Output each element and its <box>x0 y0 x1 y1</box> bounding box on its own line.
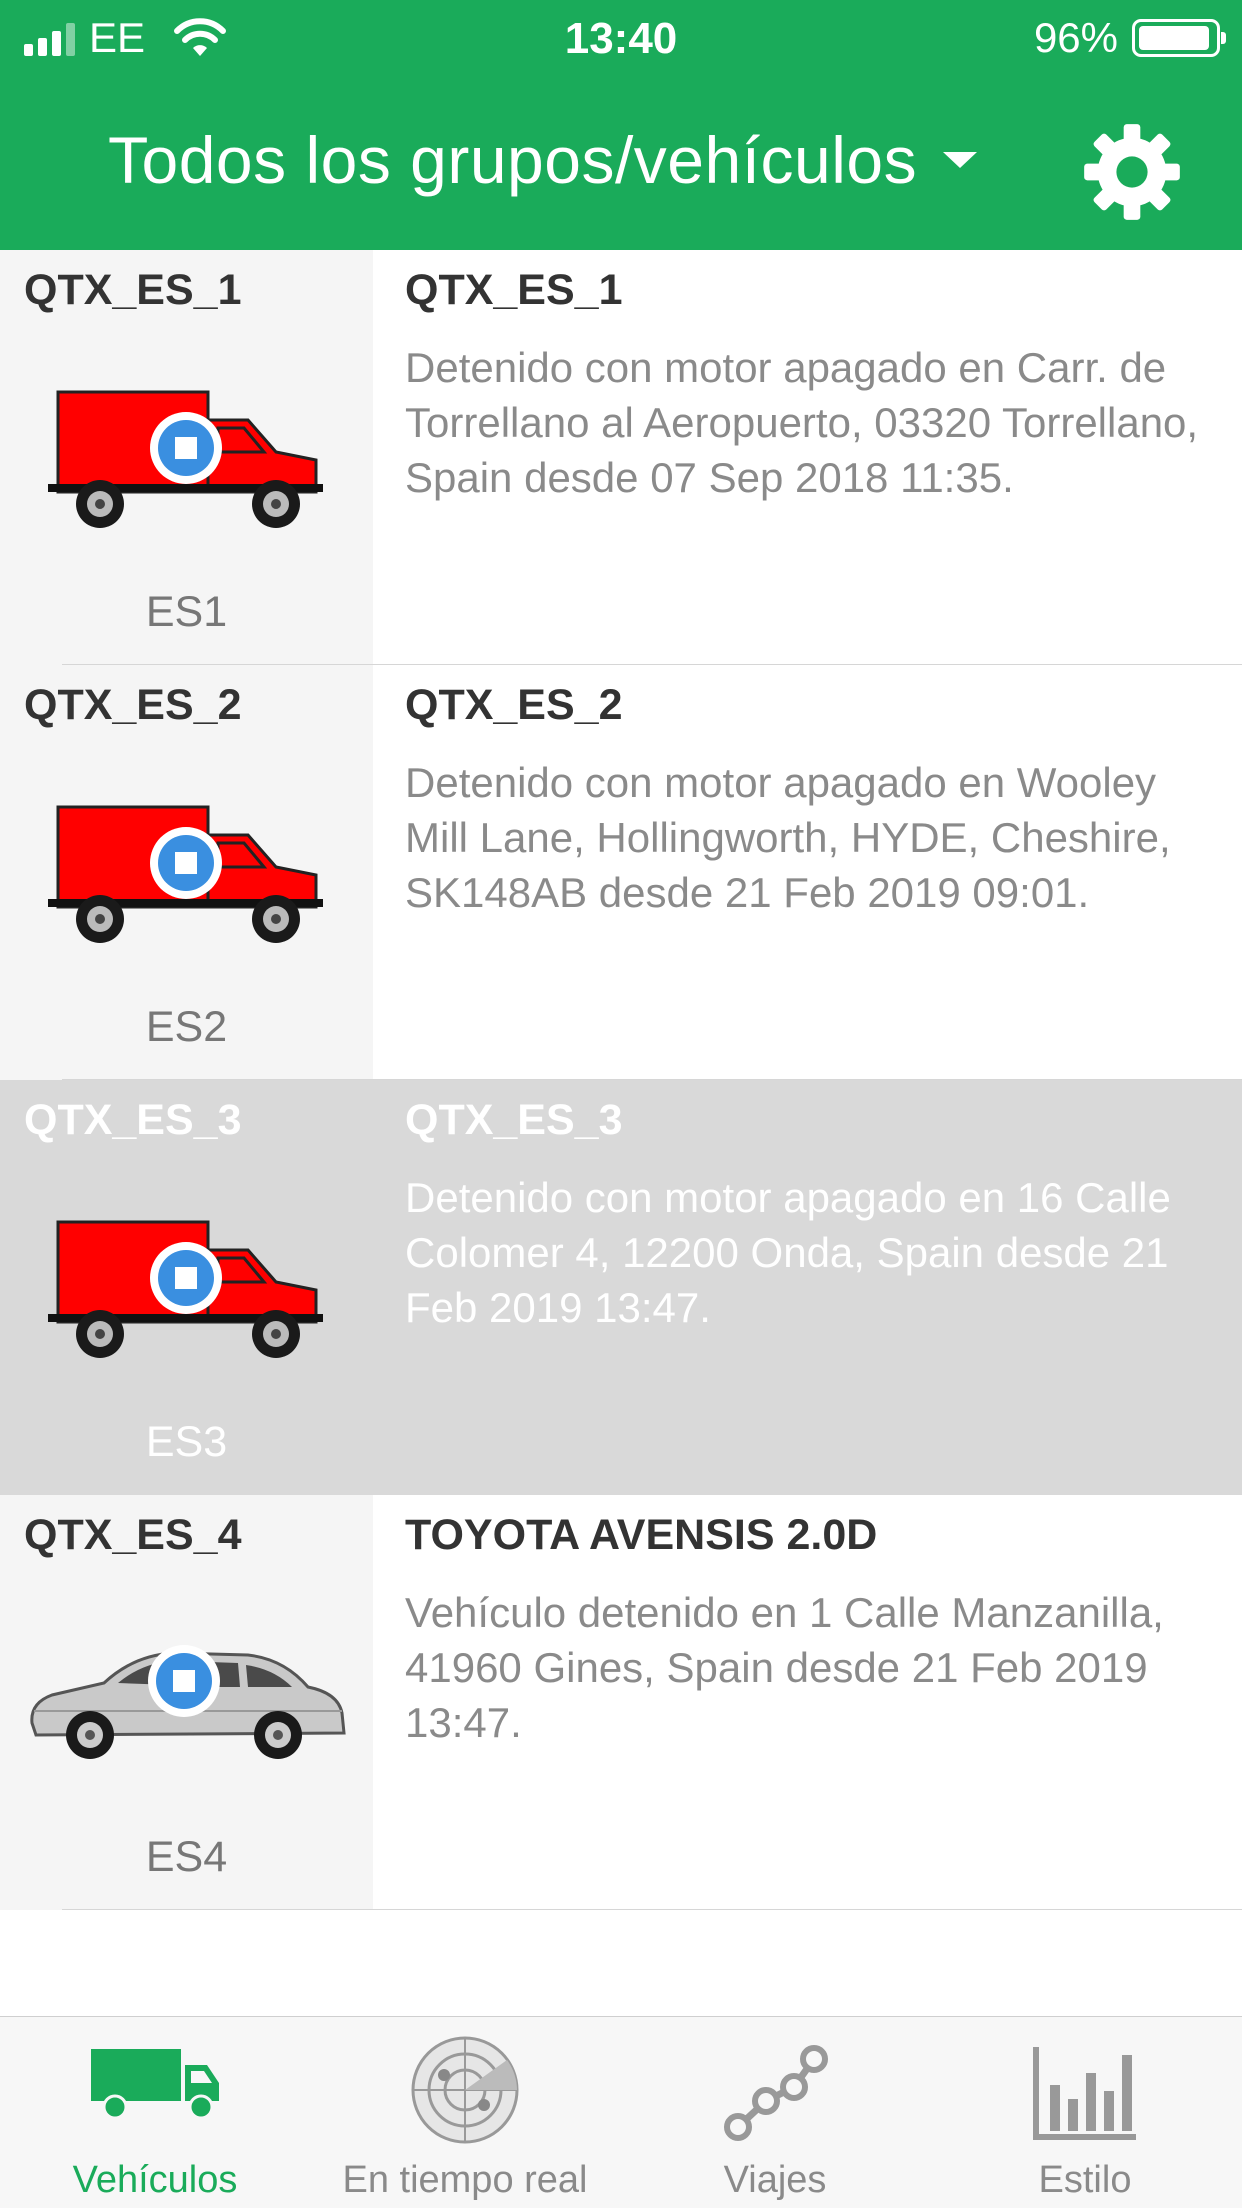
gear-icon[interactable] <box>1080 120 1184 224</box>
truck-icon <box>91 2049 219 2120</box>
vehicle-row[interactable]: QTX_ES_1 ES1 QTX_ES_1 Detenido con motor… <box>0 250 1242 665</box>
row-divider <box>62 1909 1242 1910</box>
status-bar: EE 13:40 96% <box>0 0 1242 84</box>
navigation-bar: Todos los grupos/vehículos <box>0 84 1242 250</box>
vehicle-short-code: ES3 <box>145 1418 228 1466</box>
page-title: Todos los grupos/vehículos <box>108 123 918 197</box>
vehicle-row[interactable]: QTX_ES_2 ES2 QTX_ES_2 Detenido con motor… <box>0 665 1242 1080</box>
tab-estilo[interactable]: Estilo <box>930 2017 1240 2209</box>
battery-icon <box>1132 19 1226 57</box>
red-truck-icon <box>48 805 323 943</box>
tab-label: Vehículos <box>72 2159 238 2201</box>
bar-chart-icon <box>1033 2047 1136 2140</box>
radar-icon <box>411 2036 519 2144</box>
silver-car-icon <box>30 1645 346 1759</box>
tab-en-tiempo-real[interactable]: En tiempo real <box>310 2017 620 2209</box>
vehicle-status-text: Detenido con motor apagado en 16 Calle C… <box>405 1174 1171 1331</box>
vehicle-row[interactable]: QTX_ES_4 ES4 TOYOTA AVENSIS 2.0D Vehícul… <box>0 1495 1242 1910</box>
vehicle-status-text: Detenido con motor apagado en Wooley Mil… <box>405 759 1171 916</box>
vehicle-short-code: ES4 <box>145 1833 228 1881</box>
vehicle-name: QTX_ES_1 <box>405 266 623 314</box>
tab-label: En tiempo real <box>342 2159 588 2201</box>
group-selector[interactable]: Todos los grupos/vehículos <box>108 122 978 198</box>
vehicle-name: TOYOTA AVENSIS 2.0D <box>405 1511 878 1559</box>
tab-bar: Vehículos En tiempo real Viajes Estilo <box>0 2016 1242 2208</box>
vehicle-id: QTX_ES_1 <box>24 266 242 314</box>
vehicle-id: QTX_ES_4 <box>24 1511 242 1559</box>
vehicle-name: QTX_ES_3 <box>405 1096 623 1144</box>
tab-label: Viajes <box>723 2159 827 2201</box>
vehicle-row-selected[interactable]: QTX_ES_3 ES3 QTX_ES_3 Detenido con motor… <box>0 1080 1242 1495</box>
red-truck-icon <box>48 1220 323 1358</box>
red-truck-icon <box>48 390 323 528</box>
vehicle-id: QTX_ES_3 <box>24 1096 242 1144</box>
tab-vehiculos[interactable]: Vehículos <box>0 2017 310 2209</box>
vehicle-status-text: Vehículo detenido en 1 Calle Manzanilla,… <box>405 1589 1164 1746</box>
status-right: 96% <box>1033 14 1226 62</box>
vehicle-list: QTX_ES_1 ES1 QTX_ES_1 Detenido con motor… <box>0 250 1242 1910</box>
route-icon <box>724 2045 828 2141</box>
vehicle-short-code: ES1 <box>145 588 228 636</box>
battery-percentage: 96% <box>1033 14 1118 61</box>
vehicle-name: QTX_ES_2 <box>405 681 623 729</box>
tab-label: Estilo <box>1038 2159 1132 2201</box>
vehicle-id: QTX_ES_2 <box>24 681 242 729</box>
vehicle-status-text: Detenido con motor apagado en Carr. de T… <box>405 344 1199 501</box>
chevron-down-icon <box>943 152 978 168</box>
vehicle-short-code: ES2 <box>145 1003 228 1051</box>
tab-viajes[interactable]: Viajes <box>620 2017 930 2209</box>
